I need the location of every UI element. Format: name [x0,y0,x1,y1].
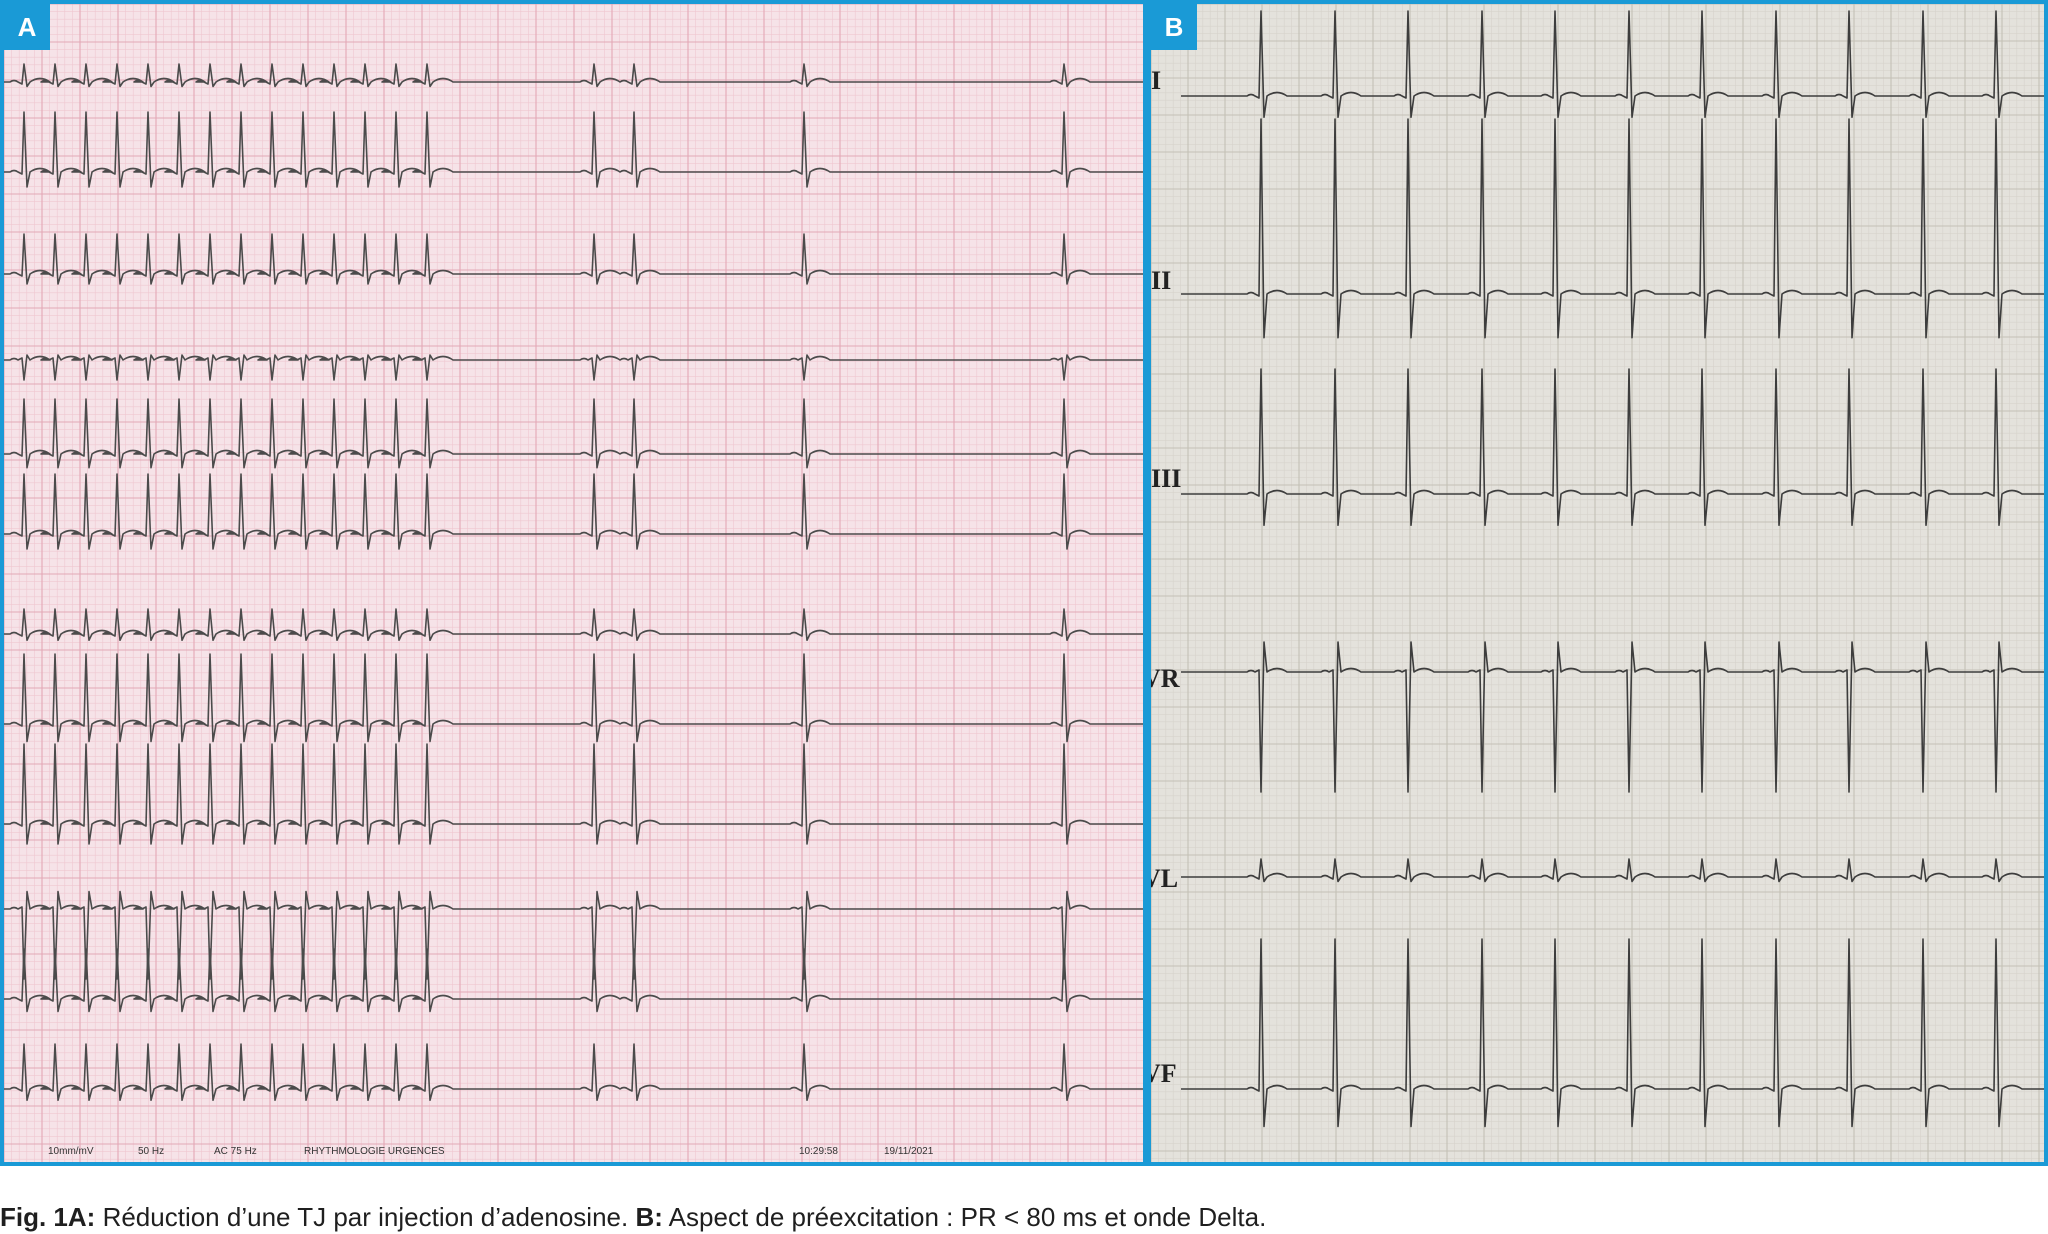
strip-text: 50 Hz [138,1146,165,1157]
panel-b-ecg-strip: B I II III aVR aVL aVF [1147,0,2048,1166]
panel-a-ecg-strip: A 10mm/mV 50 Hz AC 75 Hz RHYTHMOLOGIE UR… [0,0,1147,1166]
caption-fig-label: Fig. 1A: [0,1202,96,1232]
strip-text: AC 75 Hz [214,1146,257,1157]
ecg-lead-trace [1181,368,2044,527]
lead-label-iii: III [1151,464,1182,493]
ecg-lead-trace [1181,641,2044,793]
caption-a-text: Réduction d’une TJ par injection d’adeno… [95,1202,636,1232]
panel-b-label: B [1151,4,1197,50]
strip-text: 10mm/mV [48,1146,94,1157]
ecg-lead-trace [1181,10,2044,119]
grid-minor [1151,4,2044,1162]
ecg-trace-b [1151,4,2044,1162]
lead-label-i: I [1151,66,1162,95]
strip-text: 19/11/2021 [884,1146,934,1157]
lead-label-avl: aVL [1151,864,1179,893]
grid-major [4,4,1143,1162]
caption-b-text: Aspect de préexcitation : PR < 80 ms et … [662,1202,1267,1232]
lead-label-avr: aVR [1151,664,1180,693]
strip-text: 10:29:58 [799,1146,838,1157]
strip-text: RHYTHMOLOGIE URGENCES [304,1146,445,1157]
figure-caption: Fig. 1A: Réduction d’une TJ par injectio… [0,1202,2048,1233]
lead-label-ii: II [1151,266,1172,295]
ecg-trace-a [4,4,1143,1162]
panel-a-label: A [4,4,50,50]
lead-label-avf: aVF [1151,1059,1177,1088]
caption-b-label: B: [635,1202,663,1232]
